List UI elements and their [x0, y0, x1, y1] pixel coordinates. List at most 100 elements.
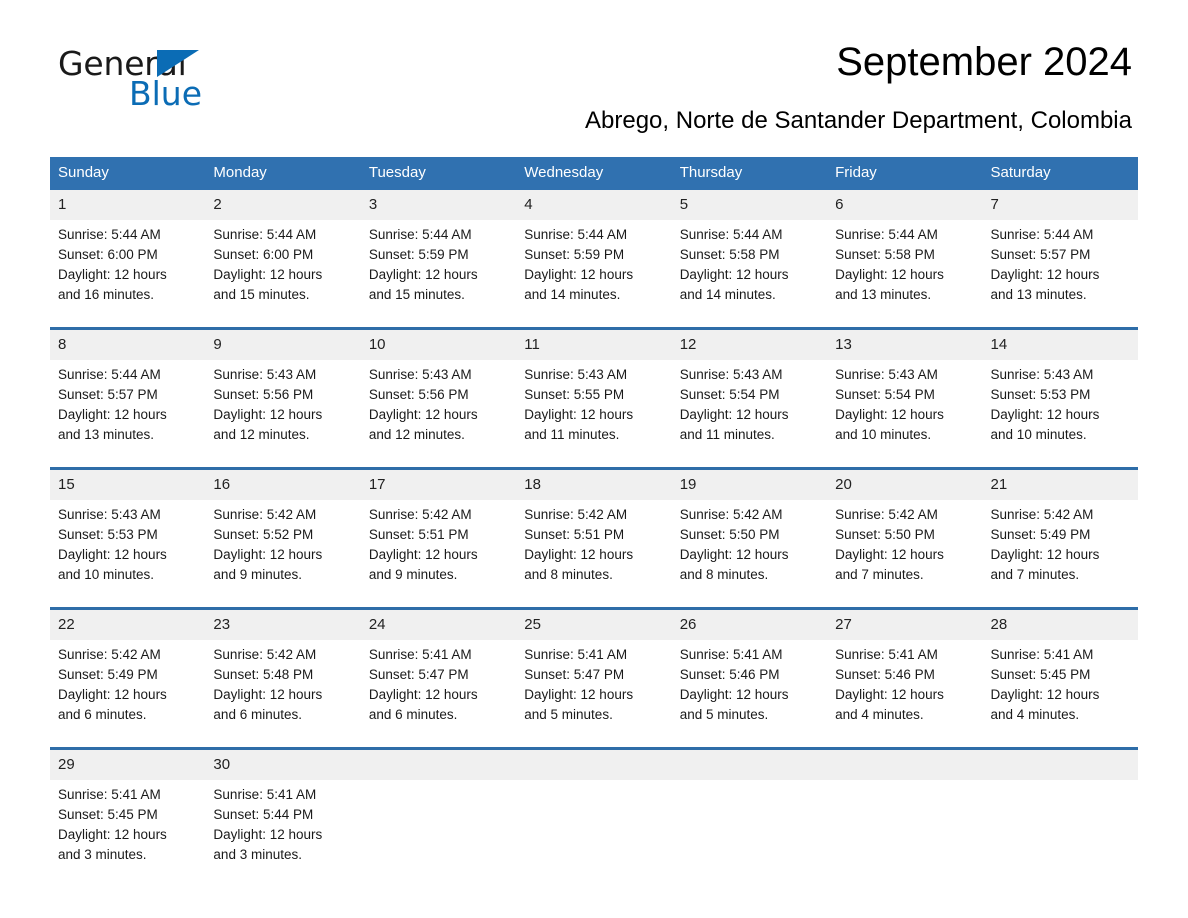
- daylight-text-line1: Daylight: 12 hours: [58, 687, 167, 702]
- logo-text-blue: Blue: [129, 74, 203, 113]
- day-number[interactable]: 10: [360, 327, 517, 360]
- daylight-text-line2: and 3 minutes.: [213, 847, 302, 862]
- sunrise-text: Sunrise: 5:44 AM: [213, 227, 317, 242]
- day-number[interactable]: 8: [50, 327, 206, 360]
- sunrise-text: Sunrise: 5:42 AM: [524, 507, 628, 522]
- day-number[interactable]: 6: [827, 190, 983, 220]
- day-number[interactable]: 13: [827, 327, 983, 360]
- sunrise-text: Sunrise: 5:44 AM: [835, 227, 938, 242]
- sunrise-text: Sunrise: 5:43 AM: [679, 367, 783, 382]
- day-number-empty: [671, 747, 828, 780]
- day-number[interactable]: 20: [827, 467, 983, 500]
- day-cell: Sunrise: 5:43 AM Sunset: 5:53 PM Dayligh…: [982, 360, 1138, 469]
- daylight-text-line1: Daylight: 12 hours: [368, 687, 478, 702]
- day-cell: Sunrise: 5:43 AM Sunset: 5:54 PM Dayligh…: [671, 360, 828, 469]
- day-number[interactable]: 4: [516, 190, 672, 220]
- day-cell: Sunrise: 5:41 AM Sunset: 5:44 PM Dayligh…: [205, 780, 361, 887]
- day-number[interactable]: 26: [671, 607, 828, 640]
- daylight-text-line2: and 7 minutes.: [835, 567, 924, 582]
- day-cell: Sunrise: 5:44 AM Sunset: 6:00 PM Dayligh…: [205, 220, 361, 329]
- sunset-text: Sunset: 5:57 PM: [990, 247, 1091, 262]
- sunset-text: Sunset: 5:55 PM: [524, 387, 625, 402]
- sunset-text: Sunset: 5:48 PM: [213, 667, 314, 682]
- daylight-text-line1: Daylight: 12 hours: [990, 547, 1100, 562]
- daylight-text-line1: Daylight: 12 hours: [835, 547, 944, 562]
- daylight-text-line2: and 5 minutes.: [679, 707, 769, 722]
- weekday-header-sunday: Sunday: [50, 157, 206, 190]
- day-number[interactable]: 23: [205, 607, 361, 640]
- day-number[interactable]: 11: [516, 327, 672, 360]
- day-number[interactable]: 14: [982, 327, 1138, 360]
- day-cell: Sunrise: 5:43 AM Sunset: 5:56 PM Dayligh…: [205, 360, 361, 469]
- week-5-date-row: 29 30: [50, 747, 1138, 780]
- daylight-text-line2: and 3 minutes.: [58, 847, 147, 862]
- day-number[interactable]: 22: [50, 607, 206, 640]
- day-number[interactable]: 27: [827, 607, 983, 640]
- sunset-text: Sunset: 5:51 PM: [368, 527, 469, 542]
- daylight-text-line2: and 6 minutes.: [368, 707, 458, 722]
- daylight-text-line2: and 8 minutes.: [524, 567, 613, 582]
- daylight-text-line1: Daylight: 12 hours: [58, 407, 167, 422]
- daylight-text-line1: Daylight: 12 hours: [835, 267, 944, 282]
- day-number[interactable]: 9: [205, 327, 361, 360]
- daylight-text-line1: Daylight: 12 hours: [835, 687, 944, 702]
- day-cell: Sunrise: 5:42 AM Sunset: 5:48 PM Dayligh…: [205, 640, 361, 749]
- day-number[interactable]: 3: [360, 190, 517, 220]
- day-cell: Sunrise: 5:43 AM Sunset: 5:53 PM Dayligh…: [50, 500, 206, 609]
- day-cell-empty: [516, 780, 672, 887]
- day-number[interactable]: 2: [205, 190, 361, 220]
- daylight-text-line2: and 11 minutes.: [524, 427, 620, 442]
- sunset-text: Sunset: 5:51 PM: [524, 527, 625, 542]
- day-number[interactable]: 25: [516, 607, 672, 640]
- weekday-header-tuesday: Tuesday: [360, 157, 517, 190]
- sunrise-text: Sunrise: 5:42 AM: [368, 507, 472, 522]
- week-5-info-row: Sunrise: 5:41 AM Sunset: 5:45 PM Dayligh…: [50, 780, 1138, 887]
- day-number[interactable]: 30: [205, 747, 361, 780]
- sunset-text: Sunset: 5:54 PM: [835, 387, 935, 402]
- daylight-text-line1: Daylight: 12 hours: [213, 687, 323, 702]
- sunset-text: Sunset: 6:00 PM: [213, 247, 314, 262]
- day-number[interactable]: 21: [982, 467, 1138, 500]
- day-number[interactable]: 16: [205, 467, 361, 500]
- sunset-text: Sunset: 5:56 PM: [368, 387, 469, 402]
- sunset-text: Sunset: 5:46 PM: [835, 667, 935, 682]
- sunrise-text: Sunrise: 5:41 AM: [524, 647, 628, 662]
- daylight-text-line2: and 16 minutes.: [58, 287, 155, 302]
- sunrise-text: Sunrise: 5:44 AM: [524, 227, 628, 242]
- page-title: September 2024: [836, 40, 1132, 84]
- day-number[interactable]: 24: [360, 607, 517, 640]
- daylight-text-line1: Daylight: 12 hours: [213, 827, 323, 842]
- day-number[interactable]: 15: [50, 467, 206, 500]
- sunset-text: Sunset: 5:58 PM: [835, 247, 935, 262]
- day-cell: Sunrise: 5:42 AM Sunset: 5:49 PM Dayligh…: [982, 500, 1138, 609]
- day-number[interactable]: 29: [50, 747, 206, 780]
- day-number[interactable]: 17: [360, 467, 517, 500]
- daylight-text-line2: and 9 minutes.: [213, 567, 302, 582]
- sunrise-text: Sunrise: 5:41 AM: [368, 647, 472, 662]
- daylight-text-line2: and 6 minutes.: [58, 707, 147, 722]
- day-number[interactable]: 19: [671, 467, 828, 500]
- daylight-text-line1: Daylight: 12 hours: [679, 547, 789, 562]
- day-cell: Sunrise: 5:42 AM Sunset: 5:51 PM Dayligh…: [360, 500, 517, 609]
- day-number[interactable]: 12: [671, 327, 828, 360]
- daylight-text-line1: Daylight: 12 hours: [213, 267, 323, 282]
- day-number-empty: [827, 747, 983, 780]
- week-4-date-row: 22 23 24 25 26 27 28: [50, 607, 1138, 640]
- daylight-text-line2: and 11 minutes.: [679, 427, 775, 442]
- calendar-body: 1 2 3 4 5 6 7 Sunrise: 5:44 AM Sunset: 6…: [50, 190, 1138, 887]
- weekday-header-saturday: Saturday: [982, 157, 1138, 190]
- day-number[interactable]: 28: [982, 607, 1138, 640]
- sunset-text: Sunset: 5:54 PM: [679, 387, 780, 402]
- week-3-info-row: Sunrise: 5:43 AM Sunset: 5:53 PM Dayligh…: [50, 500, 1138, 609]
- sunset-text: Sunset: 5:45 PM: [990, 667, 1091, 682]
- sunrise-text: Sunrise: 5:42 AM: [58, 647, 161, 662]
- daylight-text-line2: and 8 minutes.: [679, 567, 769, 582]
- sunset-text: Sunset: 5:57 PM: [58, 387, 158, 402]
- day-cell-empty: [982, 780, 1138, 887]
- day-number[interactable]: 7: [982, 190, 1138, 220]
- day-cell: Sunrise: 5:44 AM Sunset: 5:57 PM Dayligh…: [982, 220, 1138, 329]
- sunrise-text: Sunrise: 5:43 AM: [213, 367, 317, 382]
- day-number[interactable]: 5: [671, 190, 828, 220]
- day-number[interactable]: 18: [516, 467, 672, 500]
- day-number[interactable]: 1: [50, 190, 206, 220]
